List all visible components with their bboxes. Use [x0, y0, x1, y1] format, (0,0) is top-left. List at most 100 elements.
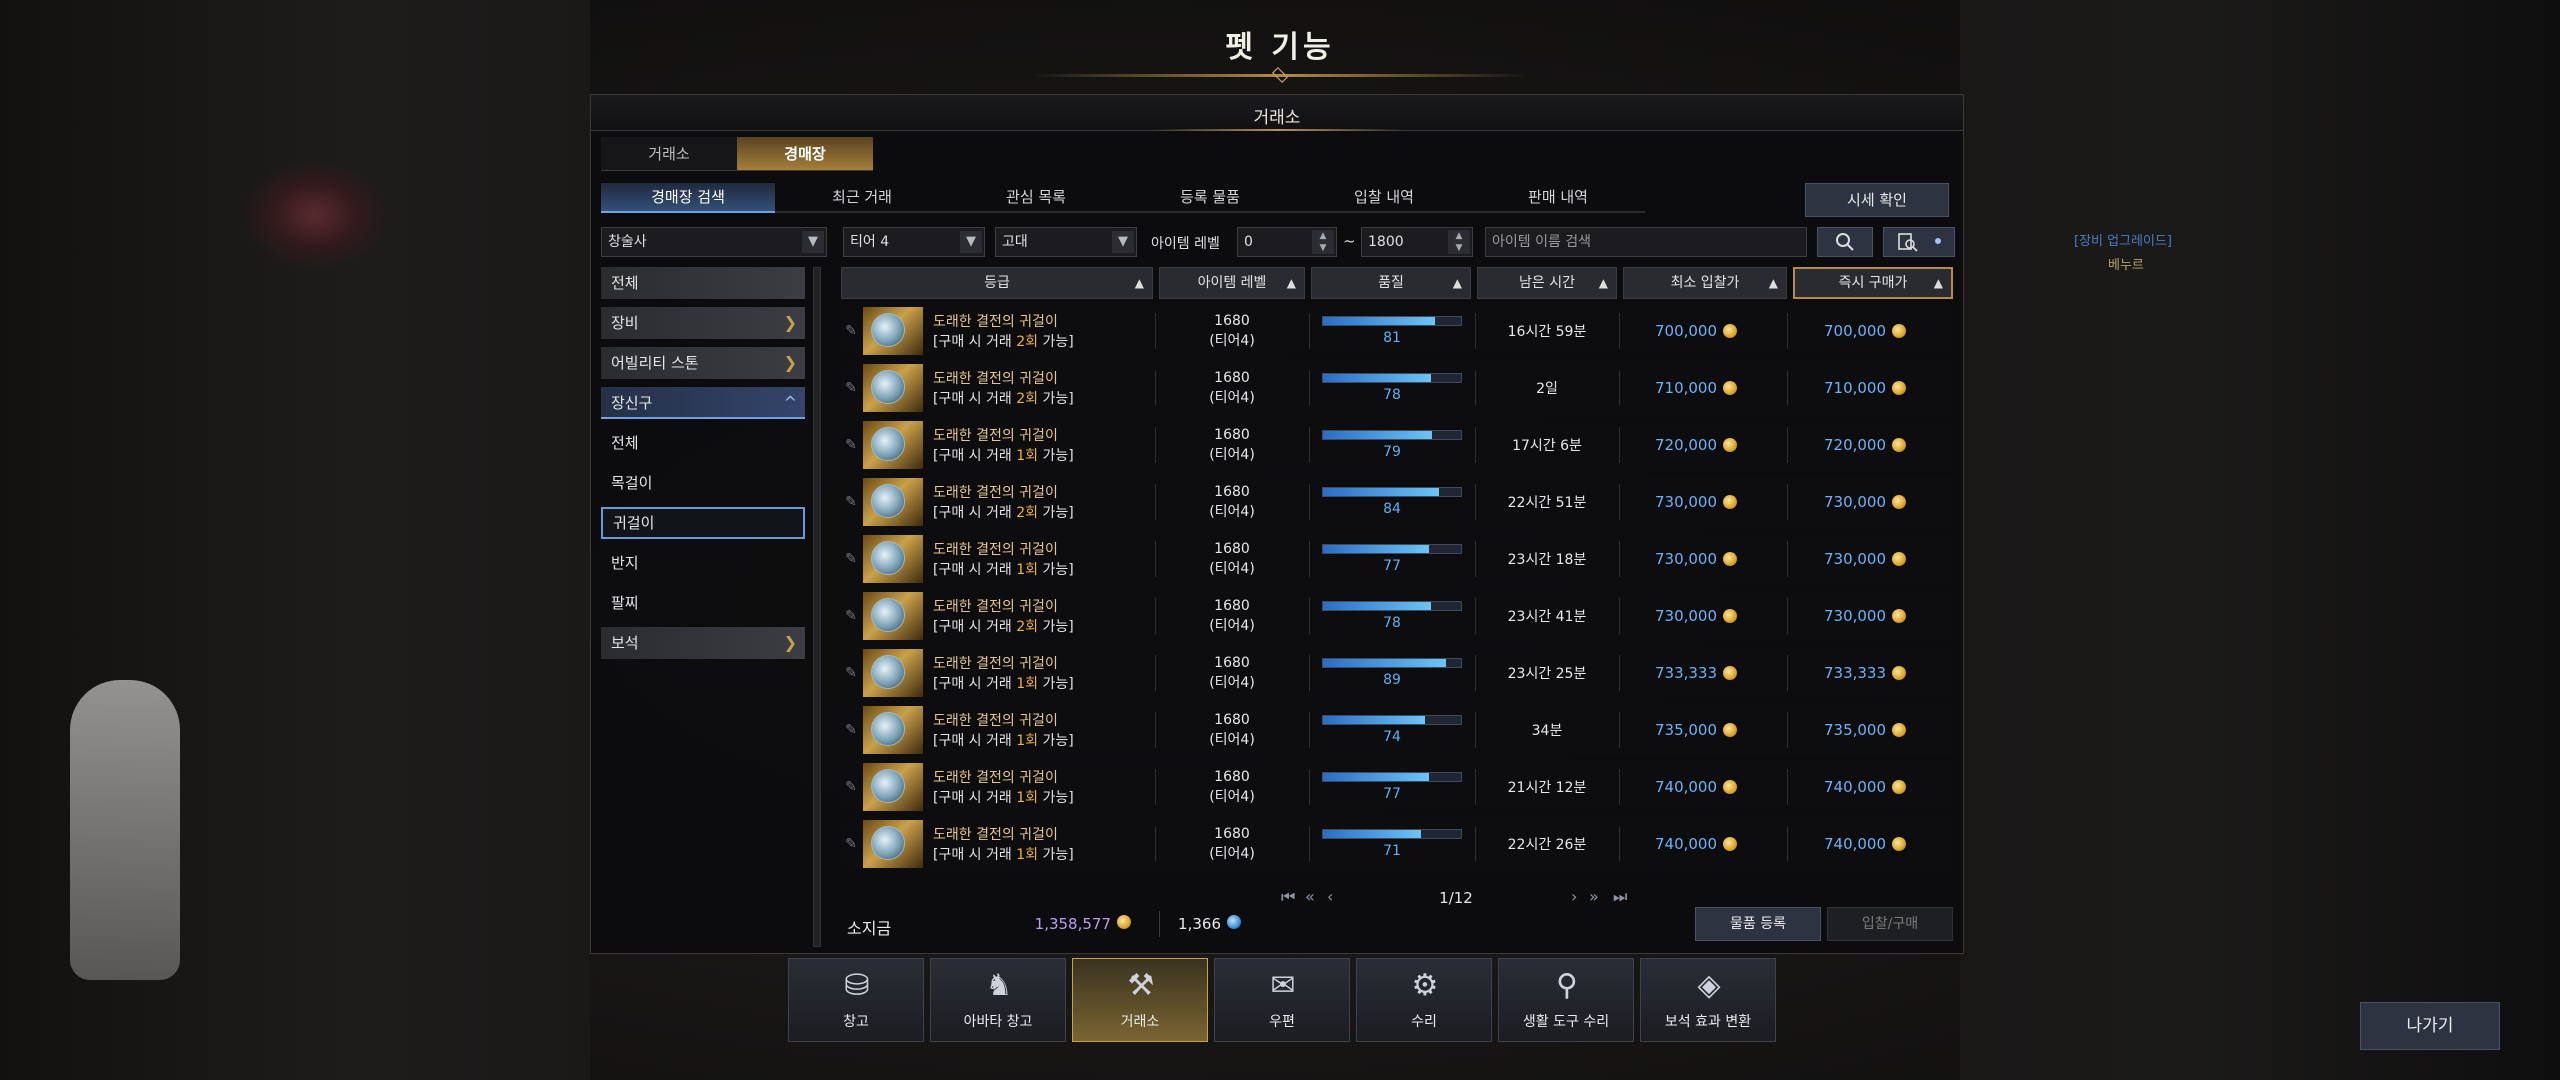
category-equipment[interactable]: 장비 ❯	[601, 307, 805, 339]
subcategory-bracelet[interactable]: 팔찌	[601, 587, 805, 619]
level-min-input[interactable]: 0 ▲ ▼	[1237, 227, 1337, 257]
earring-icon	[863, 649, 923, 697]
table-row[interactable]: ✎ 도래한 결전의 귀걸이 [구매 시 거래 1회 가능] 1680 (티어4) 79 17…	[841, 419, 1953, 471]
subcategory-all[interactable]: 전체	[601, 427, 805, 459]
table-row[interactable]: ✎ 도래한 결전의 귀걸이 [구매 시 거래 2회 가능] 1680 (티어4) 81 16…	[841, 305, 1953, 357]
pin-icon[interactable]: ✎	[841, 590, 861, 642]
table-row[interactable]: ✎ 도래한 결전의 귀걸이 [구매 시 거래 1회 가능] 1680 (티어4) 89 23…	[841, 647, 1953, 699]
min-bid: 700,000	[1619, 305, 1785, 357]
sort-arrow-icon: ▲	[1598, 276, 1608, 290]
trade-suffix: 가능]	[1038, 733, 1074, 749]
pin-icon[interactable]: ✎	[841, 305, 861, 357]
pin-icon[interactable]: ✎	[841, 761, 861, 813]
exit-button[interactable]: 나가기	[2360, 1002, 2500, 1050]
pin-icon[interactable]: ✎	[841, 476, 861, 528]
column-min-bid[interactable]: 최소 입찰가 ▲	[1623, 267, 1787, 299]
last-page-icon[interactable]: ⏭	[1613, 887, 1627, 907]
table-row[interactable]: ✎ 도래한 결전의 귀걸이 [구매 시 거래 1회 가능] 1680 (티어4) 74 34…	[841, 704, 1953, 756]
grade-select[interactable]: 고대 ▼	[995, 227, 1137, 257]
next-ten-icon[interactable]: »	[1589, 887, 1599, 906]
bid-buy-button[interactable]: 입찰/구매	[1827, 907, 1953, 941]
quality: 78	[1313, 362, 1471, 414]
earring-icon	[863, 763, 923, 811]
column-divider	[1475, 655, 1476, 691]
column-time-left[interactable]: 남은 시간 ▲	[1477, 267, 1617, 299]
search-button[interactable]	[1817, 227, 1873, 257]
tab-exchange[interactable]: 거래소	[601, 137, 737, 171]
table-row[interactable]: ✎ 도래한 결전의 귀걸이 [구매 시 거래 1회 가능] 1680 (티어4) 71 22…	[841, 818, 1953, 870]
dock-chest-button[interactable]: ⛁ 창고	[788, 958, 924, 1042]
column-divider	[1309, 427, 1310, 463]
table-row[interactable]: ✎ 도래한 결전의 귀걸이 [구매 시 거래 1회 가능] 1680 (티어4) 77 23…	[841, 533, 1953, 585]
tier-select[interactable]: 티어 4 ▼	[843, 227, 985, 257]
dock-avatar-button[interactable]: ♞ 아바타 창고	[930, 958, 1066, 1042]
quality-bar	[1322, 715, 1462, 725]
class-select[interactable]: 창술사 ▼	[601, 227, 827, 257]
quality-value: 77	[1383, 558, 1401, 574]
trade-suffix: 가능]	[1038, 847, 1074, 863]
tab-auction-search[interactable]: 경매장 검색	[601, 183, 775, 213]
tab-auction[interactable]: 경매장	[737, 137, 873, 171]
quality-bar-fill	[1323, 431, 1433, 439]
column-divider	[1475, 541, 1476, 577]
dock-mail-button[interactable]: ✉ 우편	[1214, 958, 1350, 1042]
tab-registered-items[interactable]: 등록 물품	[1123, 183, 1297, 213]
table-row[interactable]: ✎ 도래한 결전의 귀걸이 [구매 시 거래 2회 가능] 1680 (티어4) 78 23…	[841, 590, 1953, 642]
tab-bid-history[interactable]: 입찰 내역	[1297, 183, 1471, 213]
detail-search-button[interactable]	[1883, 227, 1955, 257]
category-gem[interactable]: 보석 ❯	[601, 627, 805, 659]
min-bid: 710,000	[1619, 362, 1785, 414]
category-accessory[interactable]: 장신구 ^	[601, 387, 805, 419]
dock-tool-button[interactable]: ⚲ 생활 도구 수리	[1498, 958, 1634, 1042]
tab-watchlist[interactable]: 관심 목록	[949, 183, 1123, 213]
register-item-button[interactable]: 물품 등록	[1695, 907, 1821, 941]
price-check-button[interactable]: 시세 확인	[1805, 183, 1949, 217]
crystal-icon	[1227, 915, 1241, 929]
earring-icon	[863, 535, 923, 583]
subcategory-necklace[interactable]: 목걸이	[601, 467, 805, 499]
subcategory-earring[interactable]: 귀걸이	[601, 507, 805, 539]
window-title: 펫 기능	[1225, 30, 1335, 65]
category-all[interactable]: 전체	[601, 267, 805, 299]
level-max-input[interactable]: 1800 ▲ ▼	[1361, 227, 1473, 257]
gavel-icon: ⚒	[1127, 968, 1155, 1003]
gold-coin-icon	[1892, 837, 1907, 851]
column-quality[interactable]: 품질 ▲	[1311, 267, 1471, 299]
buy-now-price: 730,000	[1787, 533, 1953, 585]
pin-icon[interactable]: ✎	[841, 533, 861, 585]
pin-icon[interactable]: ✎	[841, 419, 861, 471]
category-scrollbar[interactable]	[813, 267, 821, 947]
gem-icon	[871, 826, 905, 860]
dock-gavel-button[interactable]: ⚒ 거래소	[1072, 958, 1208, 1042]
column-divider	[1309, 769, 1310, 805]
table-row[interactable]: ✎ 도래한 결전의 귀걸이 [구매 시 거래 1회 가능] 1680 (티어4) 77 21…	[841, 761, 1953, 813]
earring-icon	[863, 421, 923, 469]
table-row[interactable]: ✎ 도래한 결전의 귀걸이 [구매 시 거래 2회 가능] 1680 (티어4) 78 2일…	[841, 362, 1953, 414]
dock-anvil-button[interactable]: ⚙ 수리	[1356, 958, 1492, 1042]
pin-icon[interactable]: ✎	[841, 647, 861, 699]
tab-sales-history[interactable]: 판매 내역	[1471, 183, 1645, 213]
pin-icon[interactable]: ✎	[841, 362, 861, 414]
tab-recent-trades[interactable]: 최근 거래	[775, 183, 949, 213]
pin-icon[interactable]: ✎	[841, 704, 861, 756]
stepper-icon[interactable]: ▲ ▼	[1448, 230, 1470, 254]
column-grade[interactable]: 등급 ▲	[841, 267, 1153, 299]
column-buy-now[interactable]: 즉시 구매가 ▲	[1793, 267, 1953, 299]
subcategory-ring[interactable]: 반지	[601, 547, 805, 579]
gold-coin-icon	[1723, 438, 1738, 452]
sub-tabs: 경매장 검색 최근 거래 관심 목록 등록 물품 입찰 내역 판매 내역	[601, 183, 1645, 213]
next-page-icon[interactable]: ›	[1571, 887, 1577, 906]
pin-icon[interactable]: ✎	[841, 818, 861, 870]
trade-prefix: [구매 시 거래	[933, 847, 1017, 863]
category-ability-stone[interactable]: 어빌리티 스톤 ❯	[601, 347, 805, 379]
level-min-value: 0	[1244, 234, 1253, 250]
stepper-icon[interactable]: ▲ ▼	[1312, 230, 1334, 254]
table-row[interactable]: ✎ 도래한 결전의 귀걸이 [구매 시 거래 2회 가능] 1680 (티어4) 84 22…	[841, 476, 1953, 528]
time-left: 16시간 59분	[1507, 324, 1587, 340]
dock-label: 거래소	[1120, 1014, 1160, 1030]
gold-value: 1,358,577	[1034, 915, 1111, 933]
column-label: 남은 시간	[1519, 275, 1575, 291]
item-search-input[interactable]: 아이템 이름 검색	[1485, 227, 1807, 257]
dock-gem-button[interactable]: ◈ 보석 효과 변환	[1640, 958, 1776, 1042]
column-item-level[interactable]: 아이템 레벨 ▲	[1159, 267, 1305, 299]
